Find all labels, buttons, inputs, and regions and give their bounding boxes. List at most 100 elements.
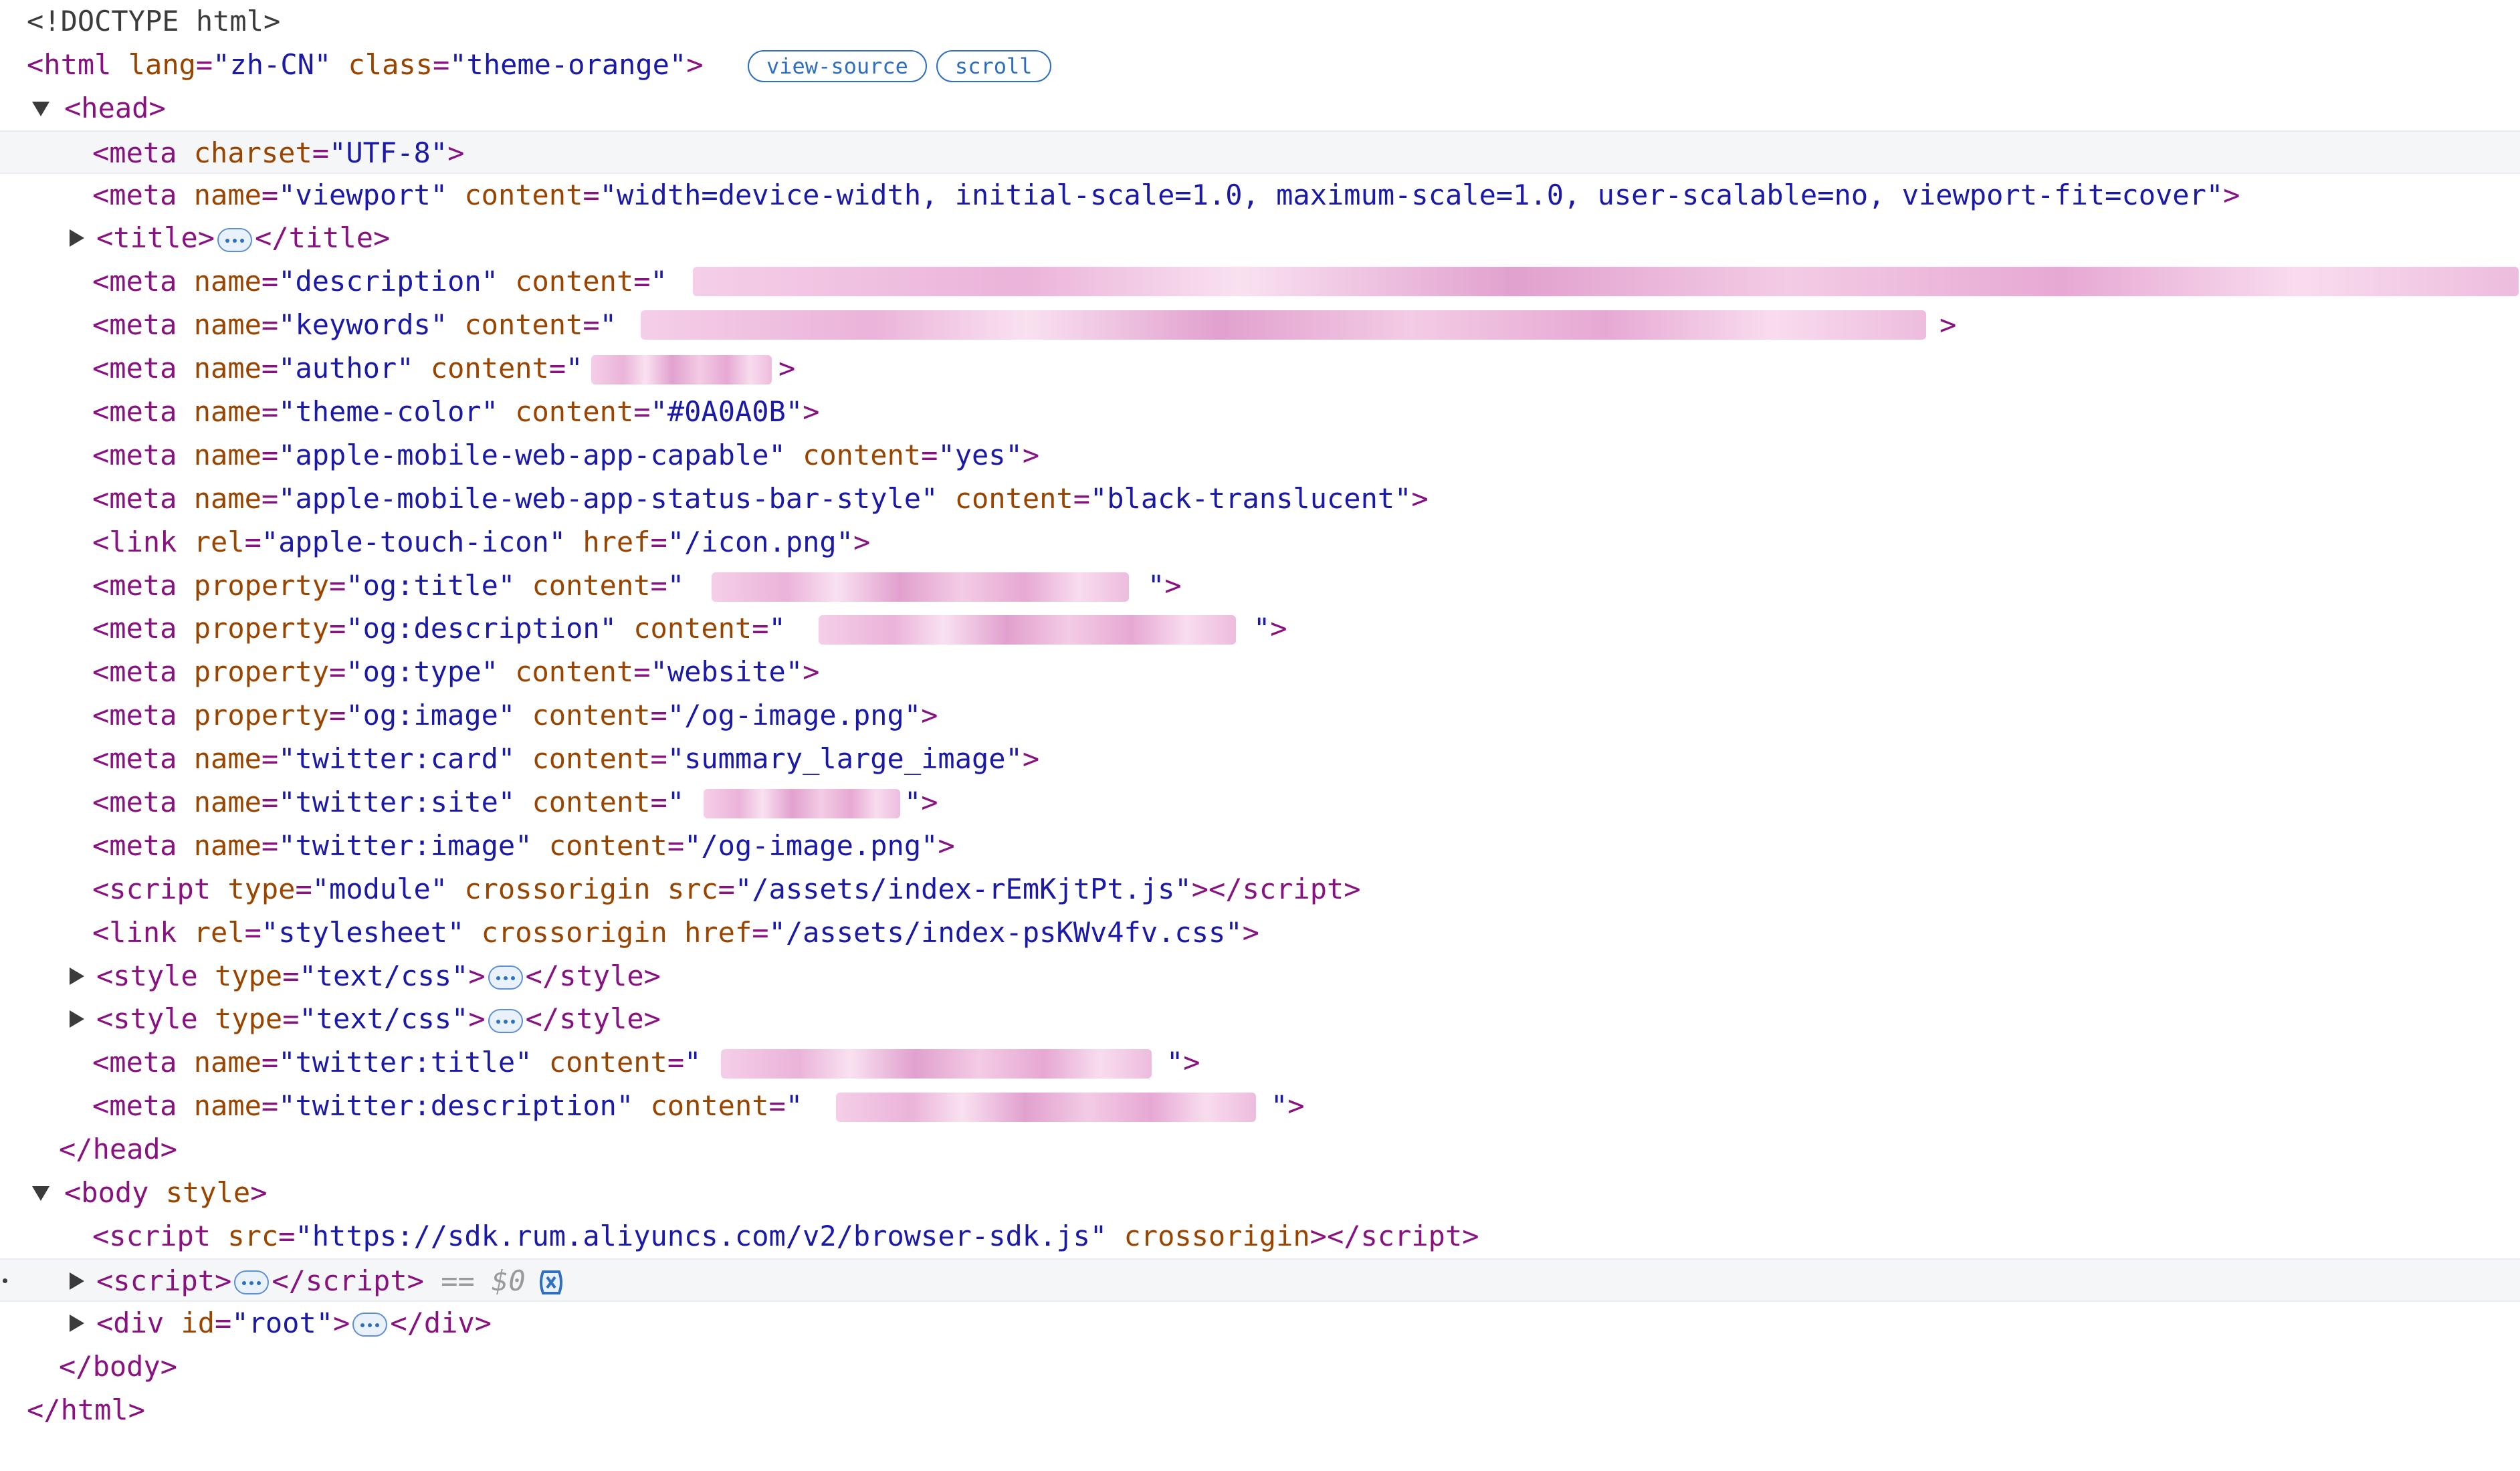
div-root-line[interactable]: <div id="root"> </div> [0, 1302, 2520, 1345]
meta-apple-capable-line[interactable]: <meta name="apple-mobile-web-app-capable… [0, 434, 2520, 477]
property-value: "og:title" [346, 568, 516, 602]
meta-tag-name: meta [109, 568, 177, 602]
triangle-collapsed-icon[interactable] [70, 229, 84, 247]
ellipsis-icon[interactable] [217, 227, 253, 252]
title-tag-name: title [113, 221, 198, 255]
name-attr: name [193, 395, 261, 429]
console-icon[interactable] [535, 1268, 568, 1297]
content-attr: content [532, 568, 651, 602]
content-value: "/og-image.png" [684, 828, 938, 862]
meta-tag-name: meta [109, 136, 177, 169]
dom-tree: <!DOCTYPE html> <html lang="zh-CN" class… [0, 0, 2520, 1432]
src-link[interactable]: "/assets/index-rEmKjtPt.js" [735, 873, 1192, 905]
meta-tag-name: meta [109, 352, 177, 385]
ellipsis-icon[interactable] [352, 1313, 388, 1337]
redacted-content [712, 572, 1129, 602]
redacted-content [721, 1049, 1152, 1079]
selection-dot [3, 1278, 7, 1283]
name-value: "viewport" [278, 178, 448, 211]
meta-twitter-image-line[interactable]: <meta name="twitter:image" content="/og-… [0, 824, 2520, 868]
ellipsis-icon[interactable] [488, 966, 523, 990]
body-close-line[interactable]: </body> [0, 1345, 2520, 1389]
triangle-collapsed-icon[interactable] [70, 1314, 84, 1332]
meta-keywords-line[interactable]: <meta name="keywords" content=" > [0, 304, 2520, 347]
id-attr: id [181, 1306, 215, 1339]
doctype-line[interactable]: <!DOCTYPE html> [0, 0, 2520, 43]
rel-attr: rel [193, 525, 245, 558]
html-open-line[interactable]: <html lang="zh-CN" class="theme-orange">… [0, 43, 2520, 87]
src-link[interactable]: "https://sdk.rum.aliyuncs.com/v2/browser… [295, 1220, 1107, 1252]
name-value: "apple-mobile-web-app-capable" [278, 438, 786, 471]
redacted-content [836, 1093, 1256, 1123]
name-attr: name [193, 1046, 261, 1079]
ellipsis-icon[interactable] [488, 1008, 523, 1033]
script-tag-name: script [113, 1264, 215, 1297]
redacted-content [641, 310, 1926, 340]
meta-viewport-line[interactable]: <meta name="viewport" content="width=dev… [0, 174, 2520, 217]
title-line[interactable]: <title> </title> [0, 217, 2520, 260]
script-selected-line[interactable]: <script> </script> == $0 [0, 1258, 2520, 1302]
style-line[interactable]: <style type="text/css"> </style> [0, 955, 2520, 998]
meta-apple-status-line[interactable]: <meta name="apple-mobile-web-app-status-… [0, 477, 2520, 521]
link-apple-touch-icon-line[interactable]: <link rel="apple-touch-icon" href="/icon… [0, 521, 2520, 564]
head-close-line[interactable]: </head> [0, 1128, 2520, 1171]
body-tag-name: body [81, 1176, 149, 1210]
redacted-content [693, 267, 2519, 297]
script-module-line[interactable]: <script type="module" crossorigin src="/… [0, 868, 2520, 911]
script-tag-name: script [109, 1219, 211, 1252]
dollar-zero-label: == $0 [441, 1264, 526, 1297]
meta-description-line[interactable]: <meta name="description" content=" [0, 260, 2520, 304]
meta-author-line[interactable]: <meta name="author" content=" > [0, 347, 2520, 390]
meta-twitter-title-line[interactable]: <meta name="twitter:title" content=" "> [0, 1041, 2520, 1085]
name-attr: name [193, 786, 261, 819]
html-close-line[interactable]: </html> [0, 1389, 2520, 1432]
href-link[interactable]: "/icon.png" [667, 526, 853, 558]
meta-og-type-line[interactable]: <meta property="og:type" content="websit… [0, 651, 2520, 694]
name-attr: name [193, 742, 261, 776]
meta-theme-color-line[interactable]: <meta name="theme-color" content="#0A0A0… [0, 390, 2520, 434]
ellipsis-icon[interactable] [234, 1270, 270, 1295]
type-value: "module" [312, 872, 448, 905]
meta-twitter-description-line[interactable]: <meta name="twitter:description" content… [0, 1085, 2520, 1128]
meta-tag-name: meta [109, 438, 177, 471]
div-tag-name: div [423, 1306, 475, 1339]
link-stylesheet-line[interactable]: <link rel="stylesheet" crossorigin href=… [0, 911, 2520, 955]
style-tag-name: style [559, 959, 644, 992]
triangle-collapsed-icon[interactable] [70, 1272, 84, 1290]
scroll-badge[interactable]: scroll [936, 50, 1051, 83]
meta-charset-line[interactable]: <meta charset="UTF-8"> [0, 130, 2520, 174]
meta-og-image-line[interactable]: <meta property="og:image" content="/og-i… [0, 694, 2520, 738]
meta-twitter-site-line[interactable]: <meta name="twitter:site" content=" "> [0, 781, 2520, 824]
name-value: "description" [278, 265, 498, 298]
name-attr: name [193, 352, 261, 385]
content-attr: content [650, 1089, 769, 1123]
triangle-expanded-icon[interactable] [32, 1186, 49, 1202]
meta-og-title-line[interactable]: <meta property="og:title" content=" "> [0, 564, 2520, 608]
meta-twitter-card-line[interactable]: <meta name="twitter:card" content="summa… [0, 738, 2520, 781]
name-attr: name [193, 308, 261, 342]
view-source-badge[interactable]: view-source [748, 50, 927, 83]
content-value: "yes" [938, 438, 1023, 471]
body-open-line[interactable]: <body style> [0, 1171, 2520, 1215]
name-attr: name [193, 1089, 261, 1123]
script-sdk-line[interactable]: <script src="https://sdk.rum.aliyuncs.co… [0, 1215, 2520, 1258]
id-value: "root" [231, 1306, 334, 1339]
triangle-collapsed-icon[interactable] [70, 967, 84, 985]
rel-value: "apple-touch-icon" [261, 525, 566, 558]
meta-tag-name: meta [109, 742, 177, 776]
script-tag-name: script [305, 1264, 407, 1297]
triangle-expanded-icon[interactable] [32, 101, 49, 116]
name-value: "twitter:image" [278, 828, 532, 862]
name-attr: name [193, 828, 261, 862]
link-tag-name: link [109, 525, 177, 558]
property-attr: property [193, 655, 330, 689]
meta-og-description-line[interactable]: <meta property="og:description" content=… [0, 607, 2520, 651]
href-link[interactable]: "/assets/index-psKWv4fv.css" [769, 916, 1243, 949]
name-value: "apple-mobile-web-app-status-bar-style" [278, 481, 938, 515]
triangle-collapsed-icon[interactable] [70, 1010, 84, 1028]
property-value: "og:image" [346, 699, 516, 732]
style-line[interactable]: <style type="text/css"> </style> [0, 998, 2520, 1041]
content-attr: content [515, 655, 634, 689]
meta-tag-name: meta [109, 481, 177, 515]
head-open-line[interactable]: <head> [0, 87, 2520, 130]
